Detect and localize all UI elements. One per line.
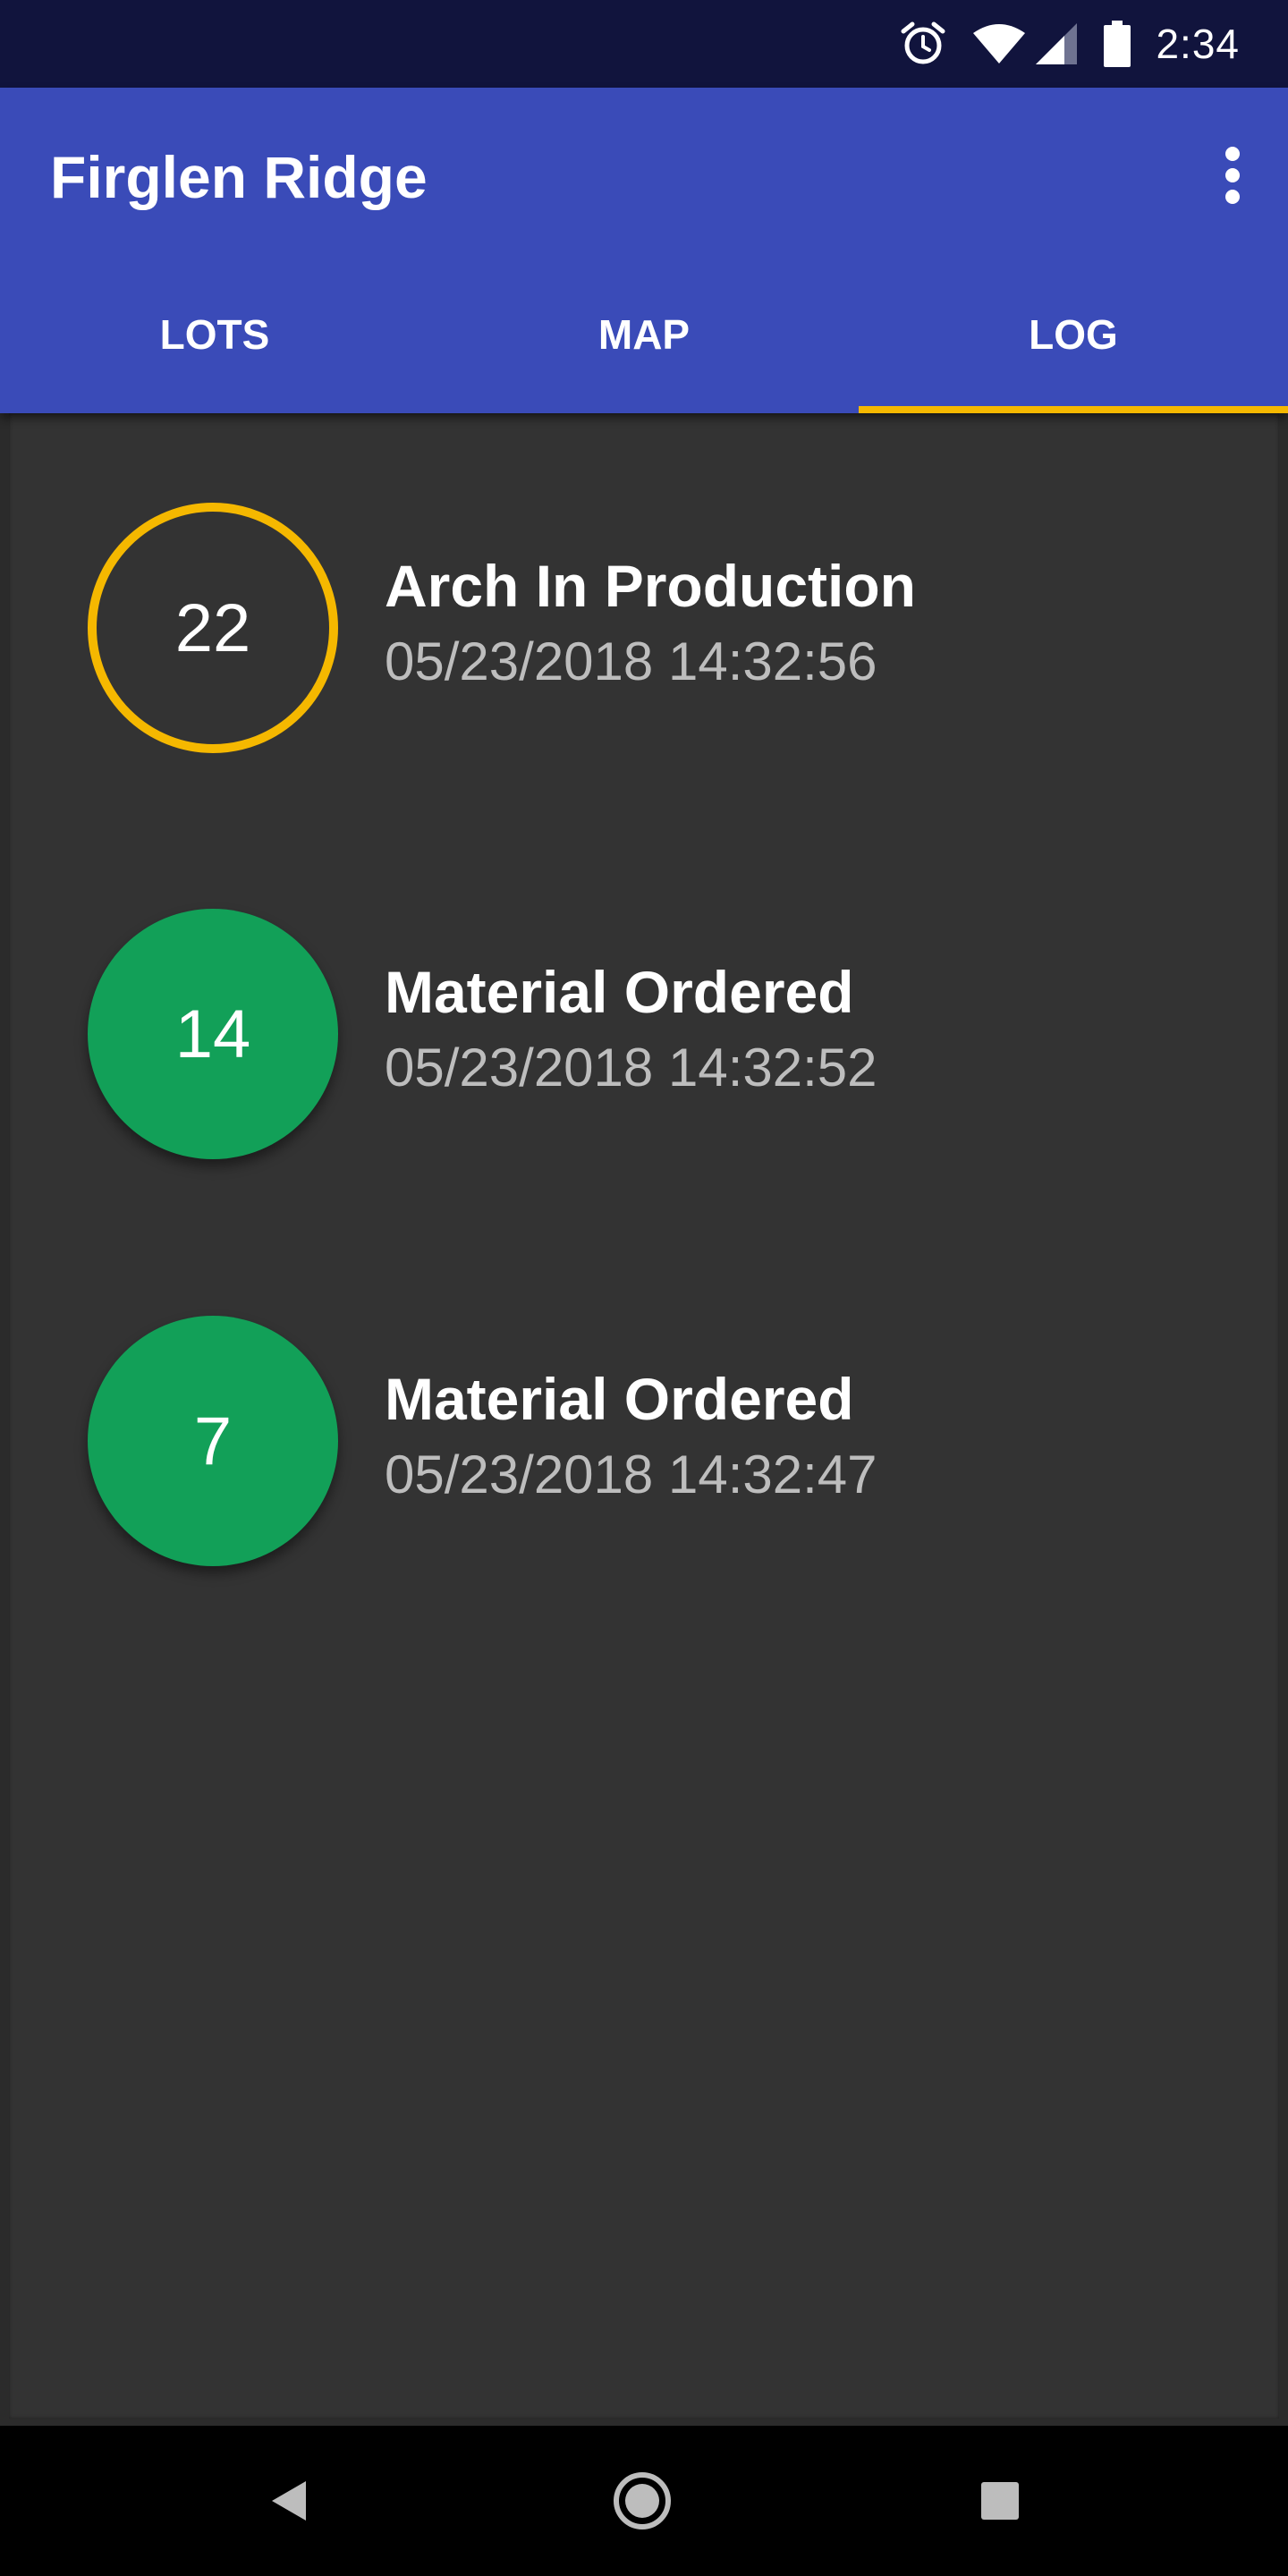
status-time: 2:34 bbox=[1156, 21, 1240, 67]
lot-number: 7 bbox=[193, 1402, 233, 1479]
tab-bar: LOTS MAP LOG bbox=[0, 256, 1288, 413]
log-item-timestamp: 05/23/2018 14:32:56 bbox=[385, 631, 877, 691]
lot-number: 14 bbox=[174, 996, 251, 1072]
home-icon[interactable] bbox=[610, 2469, 674, 2533]
log-panel: 22 Arch In Production 05/23/2018 14:32:5… bbox=[9, 413, 1279, 2419]
tab-log[interactable]: LOG bbox=[859, 256, 1288, 413]
status-bar: 2:34 bbox=[0, 0, 1288, 88]
tab-map[interactable]: MAP bbox=[429, 256, 859, 413]
battery-icon bbox=[1104, 21, 1131, 67]
log-item-timestamp: 05/23/2018 14:32:52 bbox=[385, 1038, 877, 1097]
log-item[interactable]: 22 Arch In Production 05/23/2018 14:32:5… bbox=[9, 413, 1279, 753]
log-item-timestamp: 05/23/2018 14:32:47 bbox=[385, 1445, 877, 1504]
log-item-title: Material Ordered bbox=[385, 959, 854, 1025]
log-item-title: Arch In Production bbox=[385, 553, 916, 619]
tab-lots[interactable]: LOTS bbox=[0, 256, 429, 413]
log-item-text: Arch In Production 05/23/2018 14:32:56 bbox=[385, 556, 916, 689]
alarm-icon bbox=[900, 21, 946, 67]
log-item[interactable]: 7 Material Ordered 05/23/2018 14:32:47 bbox=[9, 1226, 1279, 1566]
lot-number-badge: 22 bbox=[88, 503, 338, 753]
recents-icon[interactable] bbox=[968, 2469, 1032, 2533]
status-icons: 2:34 bbox=[900, 14, 1240, 73]
more-vert-icon[interactable] bbox=[1213, 141, 1252, 209]
lot-number-badge: 14 bbox=[88, 909, 338, 1159]
cell-signal-icon bbox=[1034, 21, 1079, 66]
log-item-title: Material Ordered bbox=[385, 1366, 854, 1432]
log-item-text: Material Ordered 05/23/2018 14:32:47 bbox=[385, 1369, 877, 1502]
back-icon[interactable] bbox=[256, 2469, 320, 2533]
tab-lots-label: LOTS bbox=[159, 311, 270, 358]
app-bar: Firglen Ridge LOTS MAP LOG bbox=[0, 88, 1288, 413]
log-item-text: Material Ordered 05/23/2018 14:32:52 bbox=[385, 962, 877, 1095]
app-title: Firglen Ridge bbox=[50, 144, 428, 210]
log-item[interactable]: 14 Material Ordered 05/23/2018 14:32:52 bbox=[9, 819, 1279, 1159]
tab-map-label: MAP bbox=[597, 311, 691, 358]
lot-number: 22 bbox=[174, 589, 251, 666]
wifi-icon bbox=[971, 22, 1027, 65]
lot-number-badge: 7 bbox=[88, 1316, 338, 1566]
system-nav-bar bbox=[0, 2426, 1288, 2576]
tab-log-label: LOG bbox=[1029, 311, 1118, 358]
